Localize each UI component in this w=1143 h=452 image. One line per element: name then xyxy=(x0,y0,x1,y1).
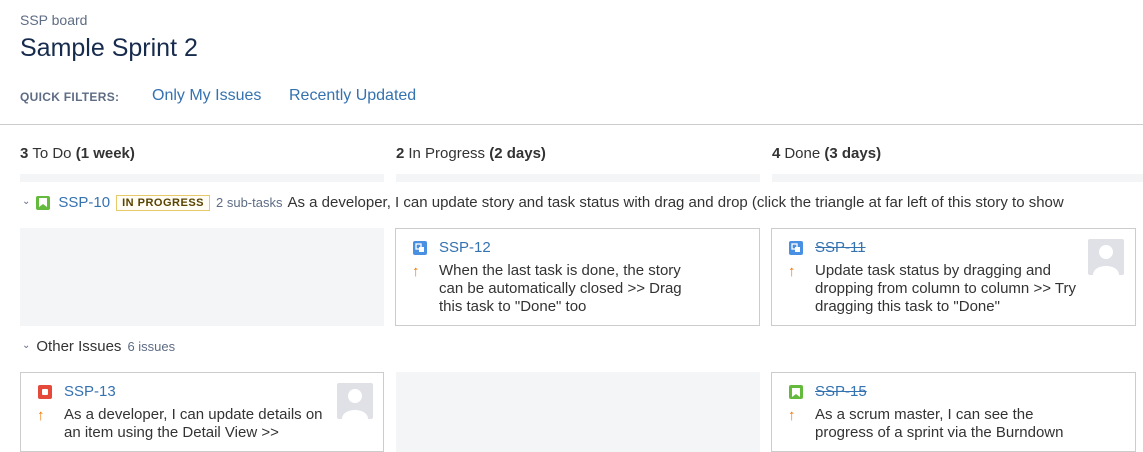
quick-filter-recently-updated[interactable]: Recently Updated xyxy=(289,87,416,105)
column-header-in-progress: 2 In Progress (2 days) xyxy=(396,145,546,162)
subtask-count: 2 sub-tasks xyxy=(216,195,283,210)
swimlane-header-story[interactable]: ⌄ SSP-10 IN PROGRESS 2 sub-tasks As a de… xyxy=(22,194,1064,211)
issue-summary: When the last task is done, the story ca… xyxy=(439,262,682,315)
empty-cell-todo xyxy=(20,228,384,326)
issue-summary: Update task status by dragging and dropp… xyxy=(815,262,1076,315)
summary-fade xyxy=(1103,193,1143,217)
column-duration: (2 days) xyxy=(489,145,546,162)
column-bar-in-progress xyxy=(396,174,760,182)
issue-summary: As a developer, I can update details on … xyxy=(64,406,323,441)
column-name: To Do xyxy=(32,145,72,162)
subtask-icon xyxy=(413,241,427,255)
priority-up-arrow-icon: ↑ xyxy=(788,263,796,280)
swimlane-label: Other Issues xyxy=(36,338,122,355)
issue-count: 6 issues xyxy=(127,339,176,354)
story-icon xyxy=(36,195,51,210)
story-key-link[interactable]: SSP-10 xyxy=(58,194,110,211)
bug-icon xyxy=(38,385,52,399)
issue-key-link[interactable]: SSP-13 xyxy=(64,383,116,400)
column-bar-todo xyxy=(20,174,384,182)
sprint-title: Sample Sprint 2 xyxy=(20,34,198,62)
header-divider xyxy=(0,124,1143,125)
priority-up-arrow-icon: ↑ xyxy=(788,407,796,424)
issue-summary: As a scrum master, I can see the progres… xyxy=(815,406,1064,441)
issue-card[interactable]: SSP-15 ↑ As a scrum master, I can see th… xyxy=(771,372,1136,452)
column-duration: (1 week) xyxy=(75,145,135,162)
priority-up-arrow-icon: ↑ xyxy=(37,407,45,424)
column-count: 3 xyxy=(20,145,29,162)
column-name: In Progress xyxy=(408,145,486,162)
column-header-todo: 3 To Do (1 week) xyxy=(20,145,135,162)
priority-up-arrow-icon: ↑ xyxy=(412,263,420,280)
avatar[interactable] xyxy=(1088,239,1124,275)
column-header-done: 4 Done (3 days) xyxy=(772,145,881,162)
column-count: 2 xyxy=(396,145,405,162)
story-icon xyxy=(789,385,803,399)
column-count: 4 xyxy=(772,145,781,162)
avatar[interactable] xyxy=(337,383,373,419)
chevron-down-icon[interactable]: ⌄ xyxy=(22,340,30,351)
empty-cell-in-progress xyxy=(396,372,760,452)
quick-filter-only-my-issues[interactable]: Only My Issues xyxy=(152,87,261,105)
column-bar-done xyxy=(772,174,1143,182)
subtask-icon xyxy=(789,241,803,255)
swimlane-header-other[interactable]: ⌄ Other Issues 6 issues xyxy=(22,338,175,355)
issue-card[interactable]: SSP-13 ↑ As a developer, I can update de… xyxy=(20,372,384,452)
column-name: Done xyxy=(784,145,821,162)
issue-key-link[interactable]: SSP-11 xyxy=(815,239,866,256)
chevron-down-icon[interactable]: ⌄ xyxy=(22,196,30,207)
status-badge: IN PROGRESS xyxy=(116,194,210,211)
quick-filters-label: QUICK FILTERS: xyxy=(20,90,120,104)
issue-key-link[interactable]: SSP-15 xyxy=(815,383,867,400)
issue-card[interactable]: SSP-11 ↑ Update task status by dragging … xyxy=(771,228,1136,326)
issue-key-link[interactable]: SSP-12 xyxy=(439,239,491,256)
board-name: SSP board xyxy=(20,12,88,28)
issue-card[interactable]: SSP-12 ↑ When the last task is done, the… xyxy=(395,228,760,326)
story-summary: As a developer, I can update story and t… xyxy=(287,194,1064,211)
column-duration: (3 days) xyxy=(824,145,882,162)
